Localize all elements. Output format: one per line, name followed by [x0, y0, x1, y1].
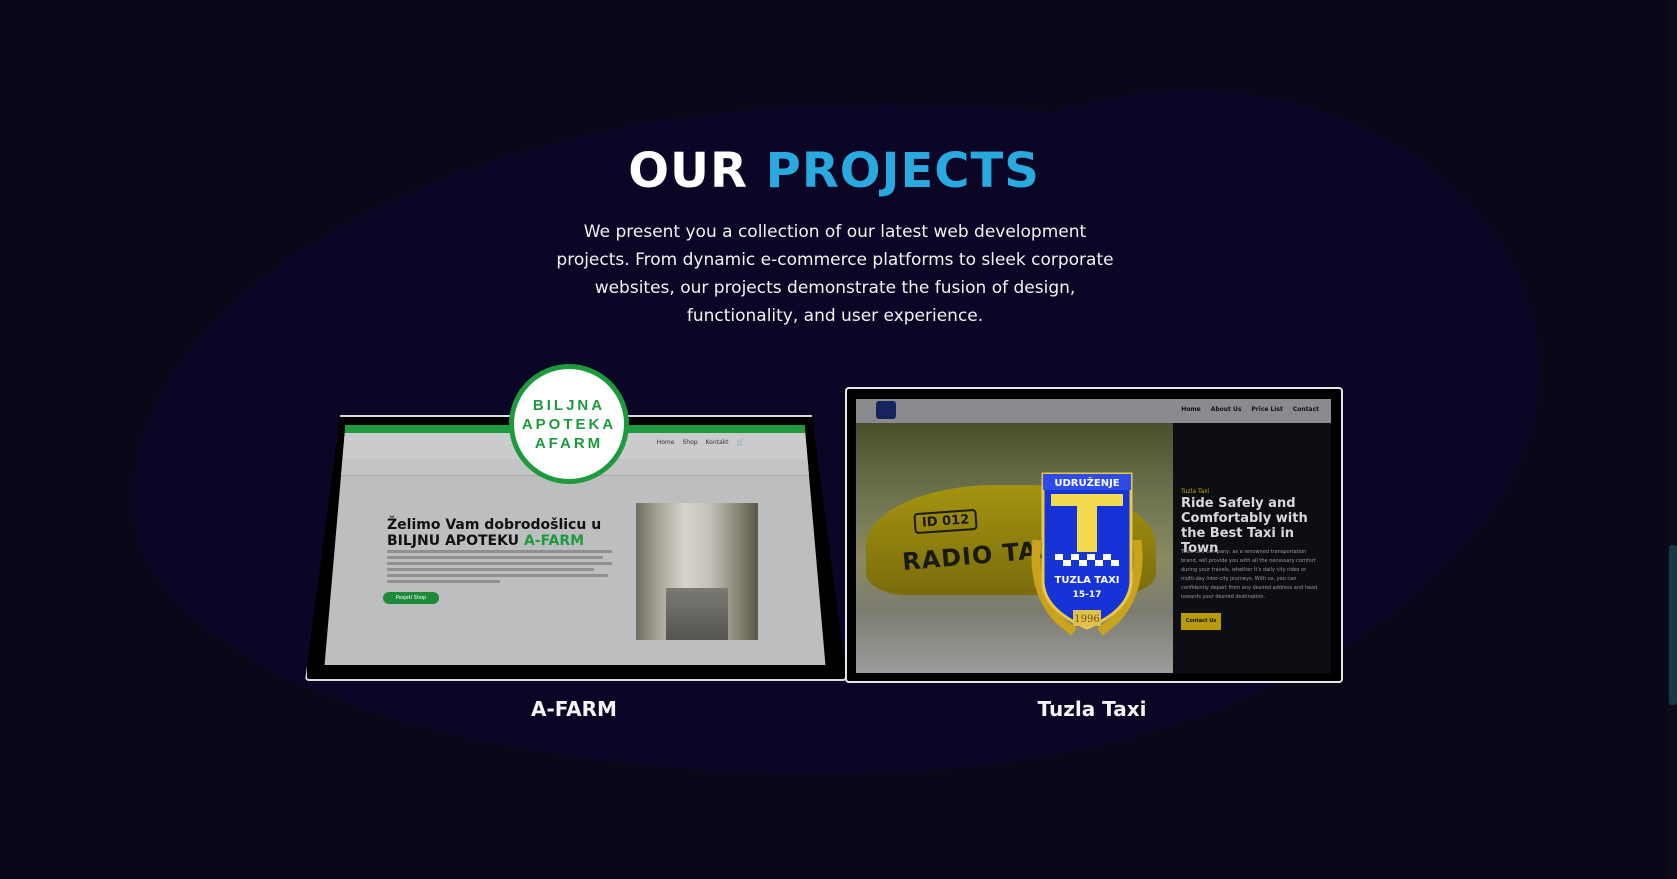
section-title: OUR PROJECTS	[628, 143, 1040, 199]
taxi-sign-id: ID 012	[913, 508, 978, 535]
section-description: We present you a collection of our lates…	[556, 222, 1114, 326]
preview-hero-text: Tuzla Taxi Ride Safely and Comfortably w…	[1173, 423, 1331, 673]
preview-nav-link: Shop	[682, 439, 698, 446]
page-scrollbar[interactable]	[1667, 0, 1677, 879]
svg-text:TUZLA TAXI: TUZLA TAXI	[1055, 575, 1120, 586]
preview-paragraph: Tuzla taxi company, as a renowned transp…	[1181, 549, 1318, 600]
project-title-tuzla-taxi[interactable]: Tuzla Taxi	[942, 697, 1242, 721]
preview-heading: Ride Safely and Comfortably with the Bes…	[1181, 496, 1308, 556]
preview-nav-links: Home Shop Kontakt 🛒	[657, 439, 744, 446]
preview-nav-link: Home	[1181, 406, 1201, 413]
taxi-logo-icon	[876, 401, 896, 419]
svg-text:1996: 1996	[1074, 614, 1099, 625]
preview-nav: Home About Us Price List Contact	[856, 399, 1331, 423]
preview-heading: Želimo Vam dobrodošlicu u	[387, 517, 602, 533]
preview-nav-link: Contact	[1292, 406, 1319, 413]
svg-text:15-17: 15-17	[1073, 590, 1102, 600]
afarm-logo-badge: BILJNA APOTEKA AFARM	[509, 364, 629, 484]
preview-nav-link: Home	[656, 439, 675, 446]
preview-text-lines	[387, 550, 612, 586]
preview-contact-button: Contact Us	[1181, 613, 1221, 630]
project-title-afarm[interactable]: A-FARM	[424, 697, 724, 721]
preview-nav-link: Price List	[1251, 406, 1283, 413]
scrollbar-thumb[interactable]	[1669, 545, 1677, 705]
preview-shop-button: Posjeti Shop	[383, 592, 439, 604]
cart-icon: 🛒	[736, 439, 744, 446]
svg-text:UDRUŽENJE: UDRUŽENJE	[1054, 476, 1119, 489]
preview-nav-links: Home About Us Price List Contact	[1181, 406, 1319, 413]
preview-nav-link: About Us	[1210, 406, 1242, 413]
preview-heading: BILJNU APOTEKU A-FARM	[387, 533, 585, 549]
preview-kicker: Tuzla Taxi	[1181, 488, 1210, 495]
preview-pharmacy-photo	[636, 503, 758, 640]
tuzla-taxi-shield-logo: UDRUŽENJE TUZLA TAXI 15-17 1996	[1031, 472, 1143, 636]
preview-nav-link: Kontakt	[705, 439, 729, 446]
